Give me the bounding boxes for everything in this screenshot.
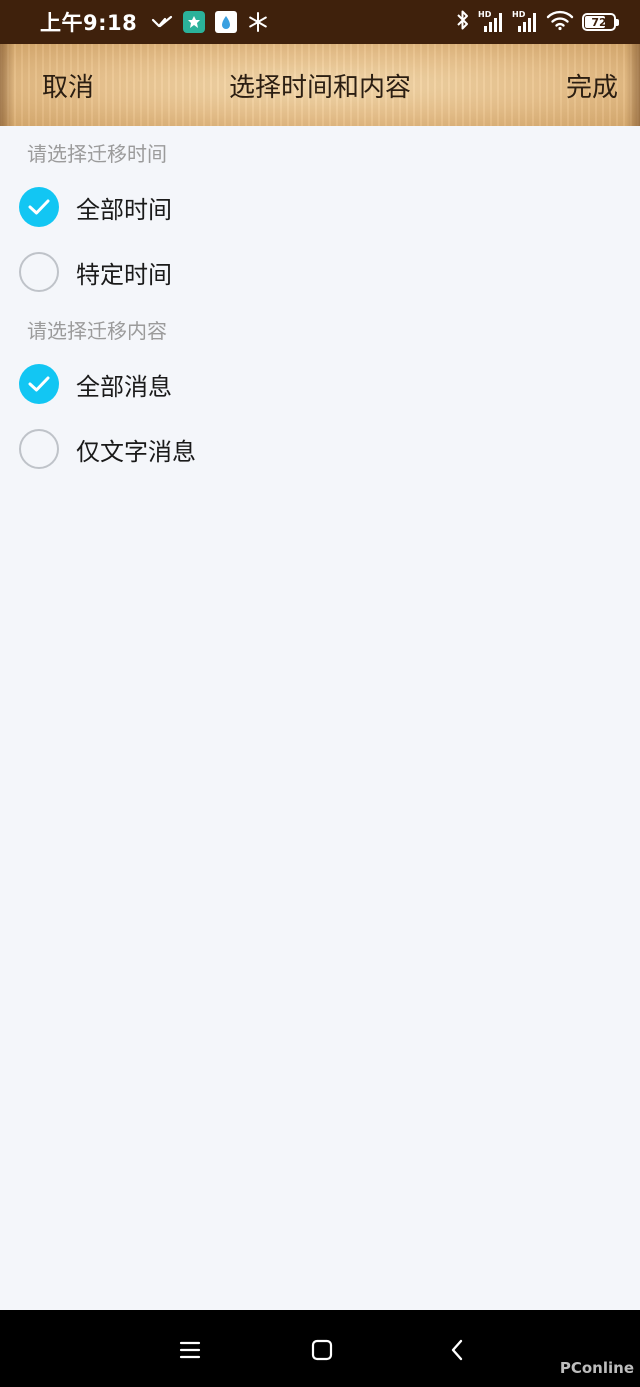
navigation-bar: PConline xyxy=(0,1310,640,1387)
option-label: 全部时间 xyxy=(76,195,172,224)
home-icon[interactable] xyxy=(306,1334,338,1366)
snowflake-icon xyxy=(247,11,269,33)
signal-hd-icon: HD xyxy=(478,10,504,33)
watermark-logo: PConline xyxy=(559,1359,634,1377)
battery-icon: 72 xyxy=(582,13,619,31)
option-text-only[interactable]: 仅文字消息 xyxy=(0,417,640,481)
option-all-messages[interactable]: 全部消息 xyxy=(0,352,640,416)
section-header-content: 请选择迁移内容 xyxy=(27,319,167,343)
radio-unchecked-icon[interactable] xyxy=(19,429,59,469)
radio-unchecked-icon[interactable] xyxy=(19,252,59,292)
section-header-time: 请选择迁移时间 xyxy=(27,142,167,166)
radio-checked-icon[interactable] xyxy=(19,364,59,404)
check-mark-icon xyxy=(151,11,173,33)
green-app-icon xyxy=(183,11,206,33)
radio-checked-icon[interactable] xyxy=(19,187,59,227)
wifi-icon xyxy=(546,9,574,35)
done-button[interactable]: 完成 xyxy=(566,67,618,104)
battery-percent: 72 xyxy=(591,15,607,29)
white-app-icon xyxy=(215,11,238,33)
bluetooth-icon xyxy=(456,9,470,35)
notification-icons xyxy=(151,11,269,33)
signal-hd-icon: HD xyxy=(512,10,538,33)
status-bar: 上午9:18 HD HD 72 xyxy=(0,0,640,44)
option-label: 仅文字消息 xyxy=(76,437,196,466)
status-time: 上午9:18 xyxy=(40,11,138,35)
status-indicators: HD HD 72 xyxy=(456,9,619,35)
menu-icon[interactable] xyxy=(174,1334,206,1366)
option-label: 特定时间 xyxy=(76,260,172,289)
title-bar: 选择时间和内容 取消 完成 xyxy=(0,44,640,126)
option-label: 全部消息 xyxy=(76,372,172,401)
option-all-time[interactable]: 全部时间 xyxy=(0,175,640,239)
page-title: 选择时间和内容 xyxy=(228,72,411,103)
option-specific-time[interactable]: 特定时间 xyxy=(0,240,640,304)
cancel-button[interactable]: 取消 xyxy=(42,67,94,104)
back-icon[interactable] xyxy=(441,1334,473,1366)
